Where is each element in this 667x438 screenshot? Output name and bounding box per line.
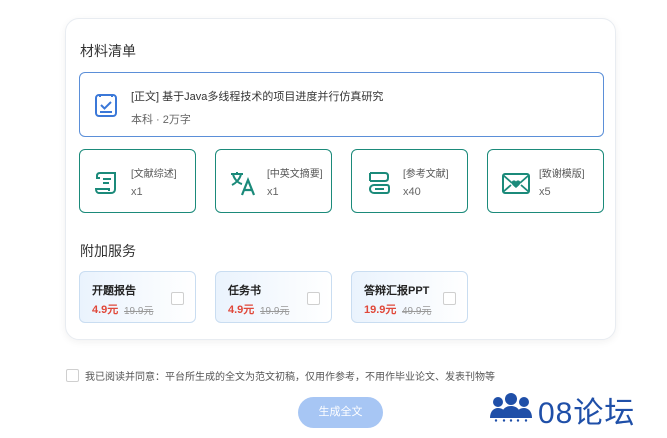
service-price: 19.9元 bbox=[364, 304, 397, 316]
main-document-meta: 本科 · 2万字 bbox=[131, 114, 191, 126]
bookmark-book-icon bbox=[368, 172, 390, 194]
heart-envelope-icon bbox=[502, 173, 530, 194]
tile-abstract-name: [中英文摘要] bbox=[267, 169, 323, 180]
service-name: 答辩汇报PPT bbox=[364, 285, 430, 297]
service-original-price: 19.9元 bbox=[124, 306, 154, 317]
tile-literature-review-name: [文献综述] bbox=[131, 169, 177, 180]
tile-abstract[interactable]: [中英文摘要] x1 bbox=[215, 149, 332, 213]
tile-acknowledgement-count: x5 bbox=[539, 186, 551, 198]
tile-literature-review[interactable]: [文献综述] x1 bbox=[79, 149, 196, 213]
service-proposal-report[interactable]: 开题报告 4.9元 19.9元 bbox=[79, 271, 196, 323]
service-price: 4.9元 bbox=[228, 304, 255, 316]
generate-button[interactable]: 生成全文 bbox=[298, 397, 383, 428]
tile-references-count: x40 bbox=[403, 186, 421, 198]
main-document-title: [正文] 基于Java多线程技术的项目进度并行仿真研究 bbox=[131, 91, 384, 103]
tile-abstract-count: x1 bbox=[267, 186, 279, 198]
service-price: 4.9元 bbox=[92, 304, 119, 316]
watermark-text: 08论坛 bbox=[538, 397, 636, 430]
tile-acknowledgement[interactable]: [致谢模版] x5 bbox=[487, 149, 604, 213]
tile-literature-review-count: x1 bbox=[131, 186, 143, 198]
service-task-book[interactable]: 任务书 4.9元 19.9元 bbox=[215, 271, 332, 323]
document-check-icon bbox=[95, 94, 117, 117]
translate-icon bbox=[231, 172, 256, 196]
tile-acknowledgement-name: [致谢模版] bbox=[539, 169, 585, 180]
service-original-price: 19.9元 bbox=[260, 306, 290, 317]
service-checkbox[interactable] bbox=[171, 292, 184, 305]
service-checkbox[interactable] bbox=[307, 292, 320, 305]
people-group-icon bbox=[490, 393, 532, 422]
scroll-icon bbox=[94, 172, 116, 194]
agreement-checkbox[interactable] bbox=[66, 369, 79, 382]
agreement-text: 我已阅读并同意：平台所生成的全文为范文初稿，仅用作参考，不用作毕业论文、发表刊物… bbox=[85, 372, 495, 383]
service-defense-ppt[interactable]: 答辩汇报PPT 19.9元 49.9元 bbox=[351, 271, 468, 323]
tile-references-name: [参考文献] bbox=[403, 169, 449, 180]
service-checkbox[interactable] bbox=[443, 292, 456, 305]
materials-title: 材料清单 bbox=[80, 43, 136, 59]
service-name: 开题报告 bbox=[92, 285, 136, 297]
materials-card: 材料清单 [正文] 基于Java多线程技术的项目进度并行仿真研究 本科 · 2万… bbox=[65, 18, 616, 340]
tile-references[interactable]: [参考文献] x40 bbox=[351, 149, 468, 213]
service-original-price: 49.9元 bbox=[402, 306, 432, 317]
services-title: 附加服务 bbox=[80, 243, 136, 259]
main-document-item[interactable]: [正文] 基于Java多线程技术的项目进度并行仿真研究 本科 · 2万字 bbox=[79, 72, 604, 137]
service-name: 任务书 bbox=[228, 285, 261, 297]
